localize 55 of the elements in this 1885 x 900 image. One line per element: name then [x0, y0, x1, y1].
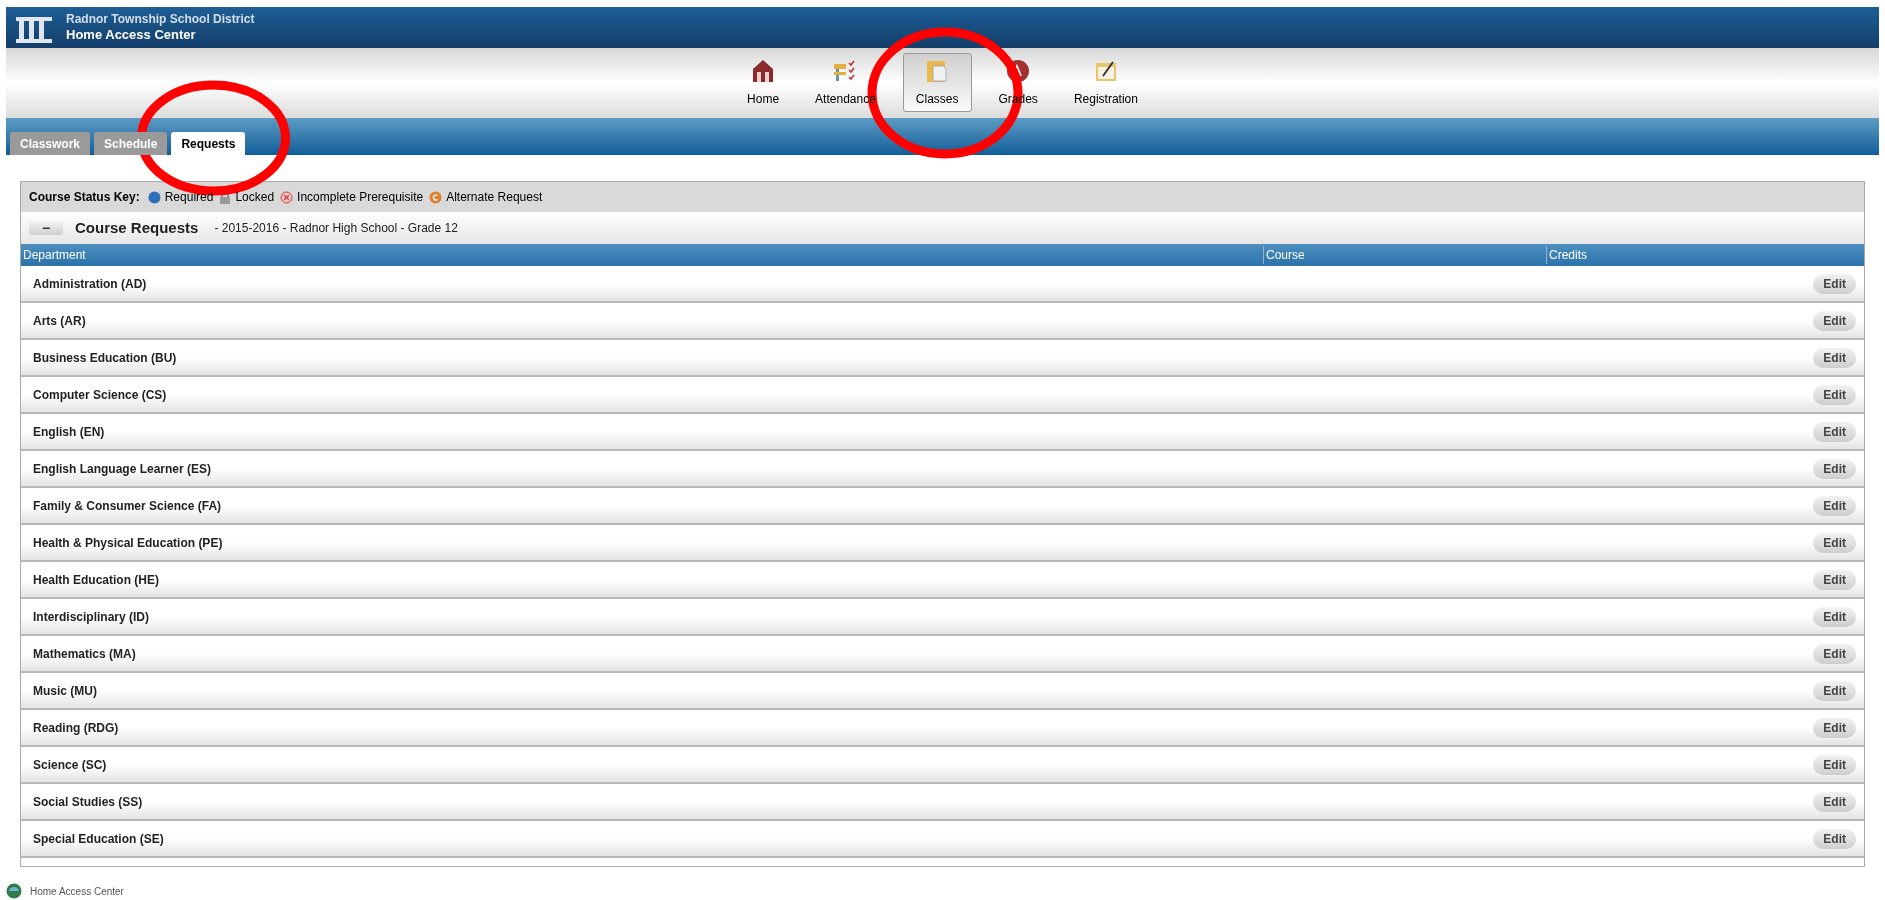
department-name: Computer Science (CS): [33, 386, 167, 404]
status-key-item: Locked: [235, 189, 275, 206]
edit-button[interactable]: Edit: [1813, 458, 1856, 479]
department-name: Administration (AD): [33, 275, 147, 293]
column-header: Department: [22, 247, 87, 264]
edit-button[interactable]: Edit: [1813, 384, 1856, 405]
edit-button[interactable]: Edit: [1813, 643, 1856, 664]
department-name: English (EN): [33, 423, 105, 441]
column-header: Credits: [1546, 246, 1864, 264]
district-name: Radnor Township School District: [66, 11, 255, 27]
department-name: Music (MU): [33, 682, 97, 700]
tab[interactable]: Requests: [171, 132, 246, 155]
nav-button[interactable]: Home: [738, 53, 789, 112]
footer-label: Home Access Center: [30, 884, 124, 899]
column-header: Course: [1263, 246, 1546, 264]
department-name: Social Studies (SS): [33, 793, 143, 811]
department-name: Interdisciplinary (ID): [33, 608, 150, 626]
section-title: Course Requests: [75, 217, 199, 238]
collapse-toggle[interactable]: −: [29, 221, 63, 235]
edit-button[interactable]: Edit: [1813, 828, 1856, 849]
x-circle-icon: [280, 190, 294, 204]
status-key-label: Course Status Key:: [29, 189, 140, 206]
alternate-circle-icon: [429, 190, 443, 204]
edit-button[interactable]: Edit: [1813, 310, 1856, 331]
edit-button[interactable]: Edit: [1813, 532, 1856, 553]
app-title: Home Access Center: [66, 26, 197, 44]
edit-button[interactable]: Edit: [1813, 680, 1856, 701]
edit-button[interactable]: Edit: [1813, 347, 1856, 368]
department-name: Science (SC): [33, 756, 107, 774]
nav-button[interactable]: Classes: [902, 53, 972, 112]
globe-logo-icon: [6, 883, 22, 899]
edit-button[interactable]: Edit: [1813, 606, 1856, 627]
department-name: Special Education (SE): [33, 830, 164, 848]
edit-button[interactable]: Edit: [1813, 273, 1856, 294]
department-name: English Language Learner (ES): [33, 460, 212, 478]
edit-button[interactable]: Edit: [1813, 495, 1856, 516]
department-name: Reading (RDG): [33, 719, 119, 737]
department-name: Business Education (BU): [33, 349, 177, 367]
edit-button[interactable]: Edit: [1813, 791, 1856, 812]
edit-button[interactable]: Edit: [1813, 569, 1856, 590]
department-name: Family & Consumer Science (FA): [33, 497, 222, 515]
grade-ball-icon: [1005, 58, 1032, 84]
status-key-item: Required: [164, 189, 214, 206]
department-name: Arts (AR): [33, 312, 86, 330]
department-name: Mathematics (MA): [33, 645, 136, 663]
section-subtitle: - 2015-2016 - Radnor High School - Grade 12: [214, 220, 458, 237]
edit-button[interactable]: Edit: [1813, 421, 1856, 442]
edit-button[interactable]: Edit: [1813, 754, 1856, 775]
department-name: Health Education (HE): [33, 571, 159, 589]
status-key-item: Incomplete Prerequisite: [297, 189, 424, 206]
nav-button[interactable]: Registration: [1064, 53, 1147, 112]
edit-button[interactable]: Edit: [1813, 717, 1856, 738]
status-key-item: Alternate Request: [446, 189, 543, 206]
department-name: Health & Physical Education (PE): [33, 534, 223, 552]
dot-icon: [147, 190, 161, 204]
